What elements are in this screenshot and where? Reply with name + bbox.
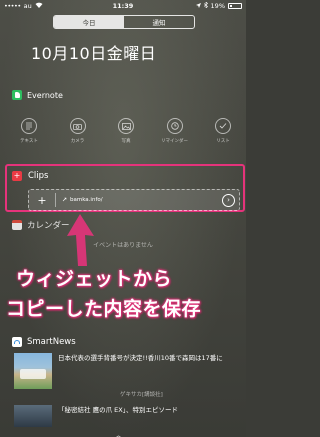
news-headline: 日本代表の選手背番号が決定!!香川10番で森岡は17番に <box>58 354 223 362</box>
smartnews-widget-header[interactable]: SmartNews <box>12 337 76 347</box>
news-item[interactable]: 日本代表の選手背番号が決定!!香川10番で森岡は17番に <box>14 353 240 389</box>
caption-overlay: ウィジェットから コピーした内容を保存 <box>0 264 246 328</box>
smartnews-title: SmartNews <box>27 337 76 347</box>
caption-line-1: ウィジェットから <box>16 268 173 290</box>
caption-line-2: コピーした内容を保存 <box>6 298 202 320</box>
news-item[interactable]: 「秘密結社 鷹の爪 EX」、特別エピソード <box>14 405 240 427</box>
news-source: ゲキサカ[講談社] <box>120 392 163 398</box>
smartnews-logo-icon <box>12 337 22 347</box>
news-headline: 「秘密結社 鷹の爪 EX」、特別エピソード <box>58 406 178 414</box>
grabber-handle-icon[interactable]: ︿ <box>114 428 123 437</box>
news-thumbnail <box>14 353 52 389</box>
news-thumbnail <box>14 405 52 427</box>
